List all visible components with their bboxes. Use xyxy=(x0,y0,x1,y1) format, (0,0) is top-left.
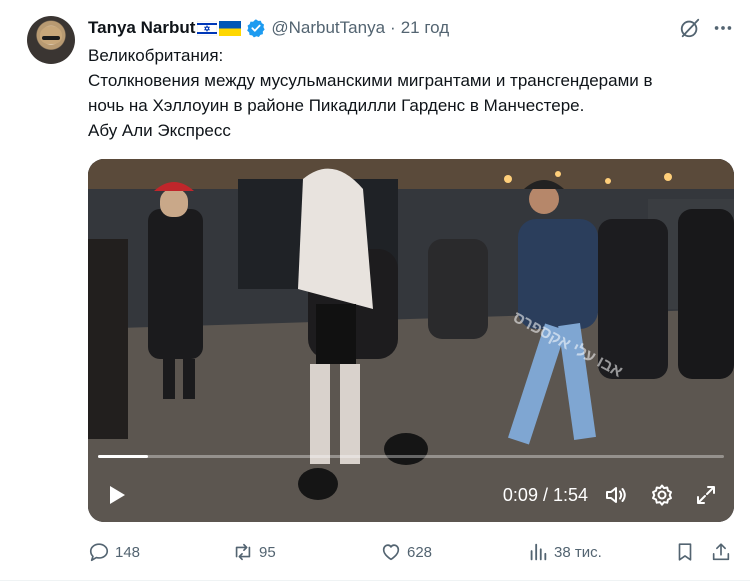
avatar-hair xyxy=(40,26,62,44)
repost-count: 95 xyxy=(259,543,276,561)
like-icon xyxy=(382,544,400,561)
tweet-text-line: ночь на Хэллоуин в районе Пикадилли Гард… xyxy=(88,96,585,115)
separator-dot: · xyxy=(390,18,396,37)
like-count: 628 xyxy=(407,543,433,561)
more-icon[interactable] xyxy=(712,17,734,39)
share-button[interactable] xyxy=(710,540,737,564)
views-count: 38 тис. xyxy=(554,543,602,561)
author-name[interactable]: Tanya Narbut xyxy=(88,18,195,38)
share-icon xyxy=(712,543,730,561)
video-frame xyxy=(88,159,734,522)
bookmark-button[interactable] xyxy=(674,540,701,564)
tweet-text-line: Столкновения между мусульманскими мигран… xyxy=(88,71,653,90)
video-progress-bar[interactable] xyxy=(98,455,724,458)
bookmark-icon xyxy=(678,543,692,561)
settings-icon[interactable] xyxy=(650,483,674,507)
fullscreen-icon[interactable] xyxy=(694,483,718,507)
author-avatar[interactable] xyxy=(27,16,75,64)
reply-icon xyxy=(89,543,109,562)
avatar-glasses xyxy=(42,36,60,40)
tweet-header: Tanya Narbut @NarbutTanya · 21 год xyxy=(88,17,449,39)
verified-badge-icon xyxy=(247,19,266,38)
israel-flag-icon xyxy=(197,20,218,36)
video-timecode: 0:09 / 1:54 xyxy=(502,485,588,505)
ukraine-flag-icon xyxy=(219,20,242,36)
volume-icon[interactable] xyxy=(604,483,628,507)
reply-count: 148 xyxy=(115,543,141,561)
grok-icon[interactable] xyxy=(679,17,701,39)
repost-icon xyxy=(235,543,251,561)
author-handle[interactable]: @NarbutTanya xyxy=(271,18,385,38)
tweet-text-line: Абу Али Экспресс xyxy=(88,121,231,140)
tweet-text: Великобритания: Столкновения между мусул… xyxy=(88,43,728,143)
views-icon xyxy=(530,543,547,561)
repost-button[interactable]: 95 xyxy=(232,540,276,564)
tweet-time[interactable]: 21 год xyxy=(401,18,449,38)
play-icon[interactable] xyxy=(104,483,128,507)
views-button[interactable]: 38 тис. xyxy=(527,540,602,564)
video-player[interactable]: אבו עלי אקספרס 0:09 / 1:54 xyxy=(88,159,734,522)
action-bar: 148 95 628 38 тис. xyxy=(88,540,734,564)
like-button[interactable]: 628 xyxy=(380,540,432,564)
reply-button[interactable]: 148 xyxy=(88,540,140,564)
video-progress-fill xyxy=(98,455,149,458)
divider xyxy=(0,580,750,581)
tweet-text-line: Великобритания: xyxy=(88,46,224,65)
